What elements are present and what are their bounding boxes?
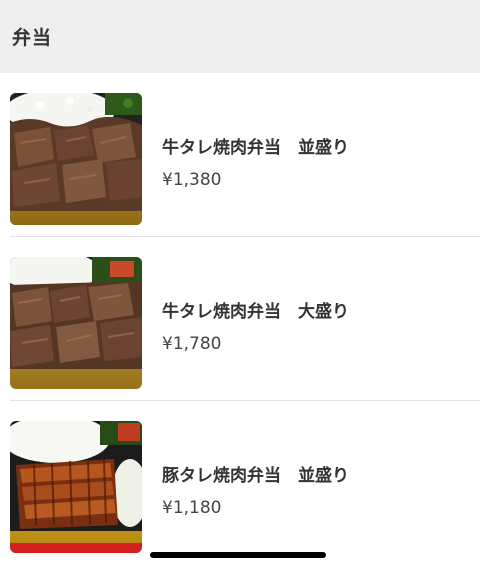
item-name: 牛タレ焼肉弁当 並盛り	[162, 138, 349, 158]
menu-item-beef-large[interactable]: 牛タレ焼肉弁当 大盛り ¥1,780	[0, 237, 480, 401]
home-indicator[interactable]	[150, 552, 326, 558]
menu-item-pork-regular[interactable]: 豚タレ焼肉弁当 並盛り ¥1,180	[0, 401, 480, 565]
item-price: ¥1,180	[162, 498, 222, 518]
item-name: 牛タレ焼肉弁当 大盛り	[162, 302, 349, 322]
section-header: 弁当	[0, 0, 480, 73]
item-price: ¥1,780	[162, 334, 222, 354]
item-name: 豚タレ焼肉弁当 並盛り	[162, 466, 349, 486]
pork-bento-image	[10, 421, 142, 553]
beef-bento-image	[10, 93, 142, 225]
menu-item-beef-regular[interactable]: 牛タレ焼肉弁当 並盛り ¥1,380	[0, 73, 480, 237]
section-title: 弁当	[12, 27, 53, 49]
item-price: ¥1,380	[162, 170, 222, 190]
beef-bento-large-image	[10, 257, 142, 389]
